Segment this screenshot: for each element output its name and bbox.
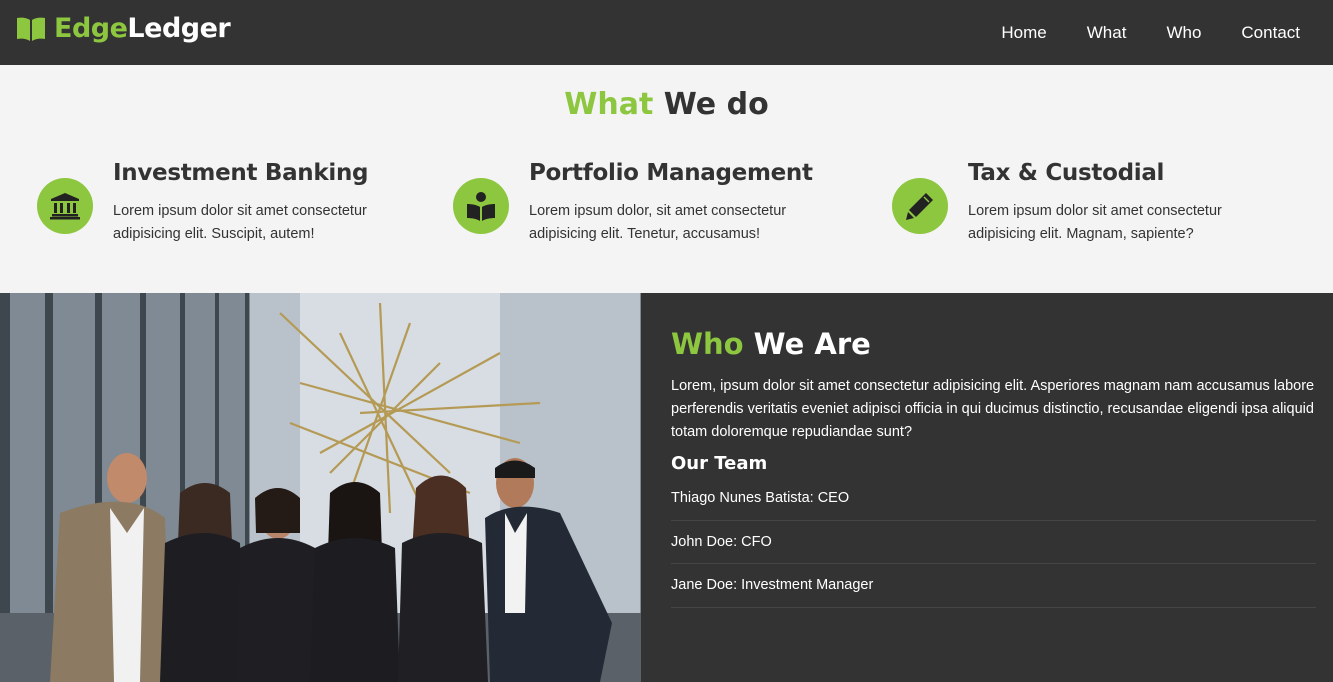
service-text: Lorem ipsum dolor sit amet consectetur a… bbox=[968, 203, 1222, 242]
brand-name-rest: Ledger bbox=[127, 13, 231, 44]
team-photo bbox=[0, 293, 641, 682]
service-title: Portfolio Management bbox=[529, 160, 813, 186]
who-section-title: Who We Are bbox=[671, 327, 871, 361]
service-text: Lorem ipsum dolor sit amet consectetur a… bbox=[113, 203, 367, 242]
nav-link-who[interactable]: Who bbox=[1146, 0, 1221, 65]
service-title: Investment Banking bbox=[113, 160, 369, 186]
nav-links: Home What Who Contact bbox=[981, 0, 1320, 65]
team-title: Our Team bbox=[671, 453, 768, 474]
who-title-accent: Who bbox=[671, 327, 744, 361]
team-member: Thiago Nunes Batista: CEO bbox=[671, 477, 1316, 521]
team-member: Jane Doe: Investment Manager bbox=[671, 564, 1316, 608]
what-section-title: What We do bbox=[0, 87, 1333, 122]
who-section: Who We Are Lorem, ipsum dolor sit amet c… bbox=[0, 293, 1333, 682]
book-open-icon bbox=[17, 17, 45, 41]
what-title-accent: What bbox=[564, 87, 654, 122]
service-text: Lorem ipsum dolor, sit amet consectetur … bbox=[529, 203, 787, 242]
who-title-rest: We Are bbox=[743, 327, 871, 361]
pencil-icon bbox=[892, 178, 948, 234]
nav-link-contact[interactable]: Contact bbox=[1221, 0, 1320, 65]
brand-name: EdgeLedger bbox=[54, 13, 231, 45]
what-title-rest: We do bbox=[653, 87, 769, 122]
what-section: What We do Investment Banking Lorem ipsu… bbox=[0, 65, 1333, 293]
team-list: Thiago Nunes Batista: CEO John Doe: CFO … bbox=[671, 477, 1316, 608]
brand-name-accent: Edge bbox=[54, 13, 128, 44]
book-reader-icon bbox=[453, 178, 509, 234]
nav-link-home[interactable]: Home bbox=[981, 0, 1066, 65]
who-description: Lorem, ipsum dolor sit amet consectetur … bbox=[671, 378, 1315, 440]
university-icon bbox=[37, 178, 93, 234]
brand-logo[interactable]: EdgeLedger bbox=[16, 13, 231, 45]
navbar: EdgeLedger Home What Who Contact bbox=[0, 0, 1333, 65]
service-title: Tax & Custodial bbox=[968, 160, 1165, 186]
team-member: John Doe: CFO bbox=[671, 521, 1316, 564]
nav-link-what[interactable]: What bbox=[1067, 0, 1147, 65]
